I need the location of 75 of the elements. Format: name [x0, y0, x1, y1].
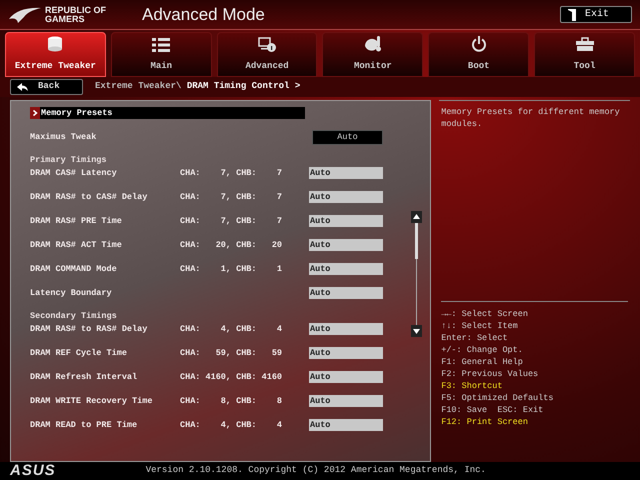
setting-field[interactable]: Auto: [309, 347, 383, 359]
scroll-up-icon[interactable]: [411, 211, 422, 223]
setting-field[interactable]: Auto: [309, 191, 383, 203]
back-arrow-icon: [17, 82, 28, 92]
setting-field[interactable]: Auto: [309, 323, 383, 335]
spool-icon: [46, 36, 64, 52]
setting-field[interactable]: Auto: [309, 419, 383, 431]
section-heading: Secondary Timings: [30, 310, 117, 323]
channel-reading: CHA: 59, CHB: 59: [180, 346, 284, 360]
power-icon: [470, 36, 487, 52]
shortcut-hint: F3: Shortcut: [441, 380, 504, 392]
channel-reading: CHA: 1, CHB: 1: [180, 262, 284, 276]
version-text: Version 2.10.1208. Copyright (C) 2012 American Megatrends, Inc.: [146, 464, 486, 478]
setting-field[interactable]: Auto: [309, 263, 383, 275]
breadcrumb-current: DRAM Timing Control >: [186, 80, 300, 94]
setting-label: Maximus Tweak: [30, 130, 98, 144]
help-text: Memory Presets for different memory modules.: [441, 106, 621, 131]
setting-label: DRAM RAS# to RAS# Delay: [30, 322, 148, 336]
exit-button[interactable]: Exit: [560, 6, 632, 23]
channel-reading: CHA: 4160, CHB: 4160: [180, 370, 284, 384]
setting-label: DRAM REF Cycle Time: [30, 346, 128, 360]
tab[interactable]: Boot: [428, 32, 530, 77]
setting-label: DRAM CAS# Latency: [30, 166, 118, 180]
channel-reading: CHA: 20, CHB: 20: [180, 238, 284, 252]
toolbox-icon: [576, 36, 594, 52]
setting-label: Latency Boundary: [30, 286, 113, 300]
shortcut-hint: +/-: Change Opt.: [441, 344, 524, 356]
door-icon: [567, 8, 577, 20]
list-icon: [152, 38, 170, 52]
setting-label: DRAM READ to PRE Time: [30, 418, 138, 432]
setting-label: DRAM RAS# to CAS# Delay: [30, 190, 148, 204]
channel-reading: CHA: 7, CHB: 7: [180, 190, 284, 204]
shortcut-hint: Enter: Select: [441, 332, 509, 344]
back-button[interactable]: Back: [10, 79, 83, 95]
monitor-info-icon: [258, 36, 276, 52]
brand-logo: ASUS: [10, 460, 56, 480]
setting-label: DRAM RAS# ACT Time: [30, 238, 123, 252]
tab[interactable]: Advanced: [216, 32, 318, 77]
shortcut-hint: F10: Save ESC: Exit: [441, 404, 544, 416]
shortcut-hint: F5: Optimized Defaults: [441, 392, 554, 404]
channel-reading: CHA: 7, CHB: 7: [180, 214, 284, 228]
shortcut-hint: F2: Previous Values: [441, 368, 540, 380]
tab[interactable]: Main: [110, 32, 212, 77]
tab[interactable]: Tool: [534, 32, 635, 77]
page-title: Advanced Mode: [142, 4, 265, 26]
scroll-thumb[interactable]: [415, 223, 418, 259]
shortcut-hint: ↑↓: Select Item: [441, 320, 519, 332]
scroll-down-icon[interactable]: [411, 325, 422, 337]
setting-dropdown[interactable]: Auto: [312, 130, 383, 144]
setting-field[interactable]: Auto: [309, 167, 383, 179]
brand-text: GAMERS: [45, 14, 86, 24]
setting-label: DRAM RAS# PRE Time: [30, 214, 123, 228]
channel-reading: CHA: 4, CHB: 4: [180, 322, 284, 336]
setting-label: DRAM COMMAND Mode: [30, 262, 118, 276]
brand-text: REPUBLIC OF: [45, 6, 106, 14]
setting-field[interactable]: Auto: [309, 215, 383, 227]
channel-reading: CHA: 4, CHB: 4: [180, 418, 284, 432]
channel-reading: CHA: 7, CHB: 7: [180, 166, 284, 180]
channel-reading: CHA: 8, CHB: 8: [180, 394, 284, 408]
shortcut-hint: F1: General Help: [441, 356, 524, 368]
setting-field[interactable]: Auto: [309, 371, 383, 383]
setting-field[interactable]: Auto: [309, 395, 383, 407]
setting-label: DRAM WRITE Recovery Time: [30, 394, 154, 408]
setting-label: DRAM Refresh Interval: [30, 370, 138, 384]
shortcut-hint: F12: Print Screen: [441, 416, 529, 428]
tab[interactable]: Monitor: [322, 32, 424, 77]
setting-field[interactable]: Auto: [309, 287, 383, 299]
thermometer-gauge-icon: [364, 36, 382, 52]
breadcrumb-parent[interactable]: Extreme Tweaker\: [95, 80, 187, 94]
section-heading: Primary Timings: [30, 154, 107, 167]
chevron-icon: [30, 107, 40, 119]
submenu-item[interactable]: Memory Presets: [30, 107, 305, 119]
tab[interactable]: Extreme Tweaker: [5, 32, 106, 77]
shortcut-hint: →←: Select Screen: [441, 308, 529, 320]
setting-field[interactable]: Auto: [309, 239, 383, 251]
